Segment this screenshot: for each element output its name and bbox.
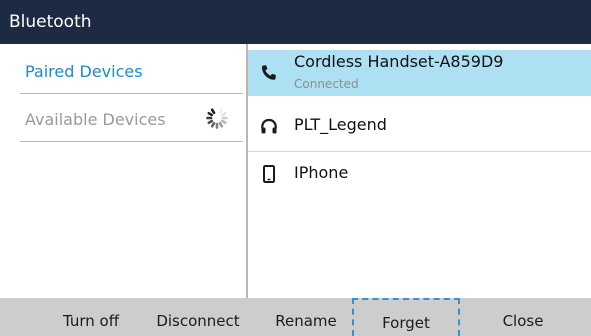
page-title: Bluetooth <box>9 12 92 32</box>
sidebar-item-paired-devices[interactable]: Paired Devices <box>20 46 243 94</box>
sidebar-item-label: Available Devices <box>25 110 166 129</box>
close-button[interactable]: Close <box>478 298 568 336</box>
sidebar-item-available-devices[interactable]: Available Devices <box>20 94 243 142</box>
device-row-plt-legend[interactable]: PLT_Legend <box>248 102 591 152</box>
phone-handset-icon <box>261 65 276 80</box>
device-name: Cordless Handset-A859D9 <box>294 52 504 71</box>
device-name: IPhone <box>294 163 349 182</box>
rename-button[interactable]: Rename <box>262 298 350 336</box>
loading-spinner-icon <box>206 107 228 129</box>
device-list: Cordless Handset-A859D9 Connected PLT_Le… <box>248 44 591 298</box>
softkey-bar: Turn off Disconnect Rename Forget Close <box>0 298 591 336</box>
device-name: PLT_Legend <box>294 115 387 134</box>
title-bar: Bluetooth <box>0 0 591 44</box>
disconnect-button[interactable]: Disconnect <box>150 298 246 336</box>
turn-off-button[interactable]: Turn off <box>46 298 136 336</box>
sidebar-item-label: Paired Devices <box>25 62 143 81</box>
forget-button[interactable]: Forget <box>352 298 460 336</box>
device-row-iphone[interactable]: IPhone <box>248 152 591 200</box>
device-status: Connected <box>294 77 359 91</box>
headset-icon <box>261 118 277 134</box>
bluetooth-screen: Bluetooth Paired Devices Available Devic… <box>0 0 591 336</box>
sidebar: Paired Devices Available Devices <box>0 44 246 298</box>
mobile-phone-icon <box>263 165 275 183</box>
device-row-cordless-handset[interactable]: Cordless Handset-A859D9 Connected <box>248 50 591 96</box>
